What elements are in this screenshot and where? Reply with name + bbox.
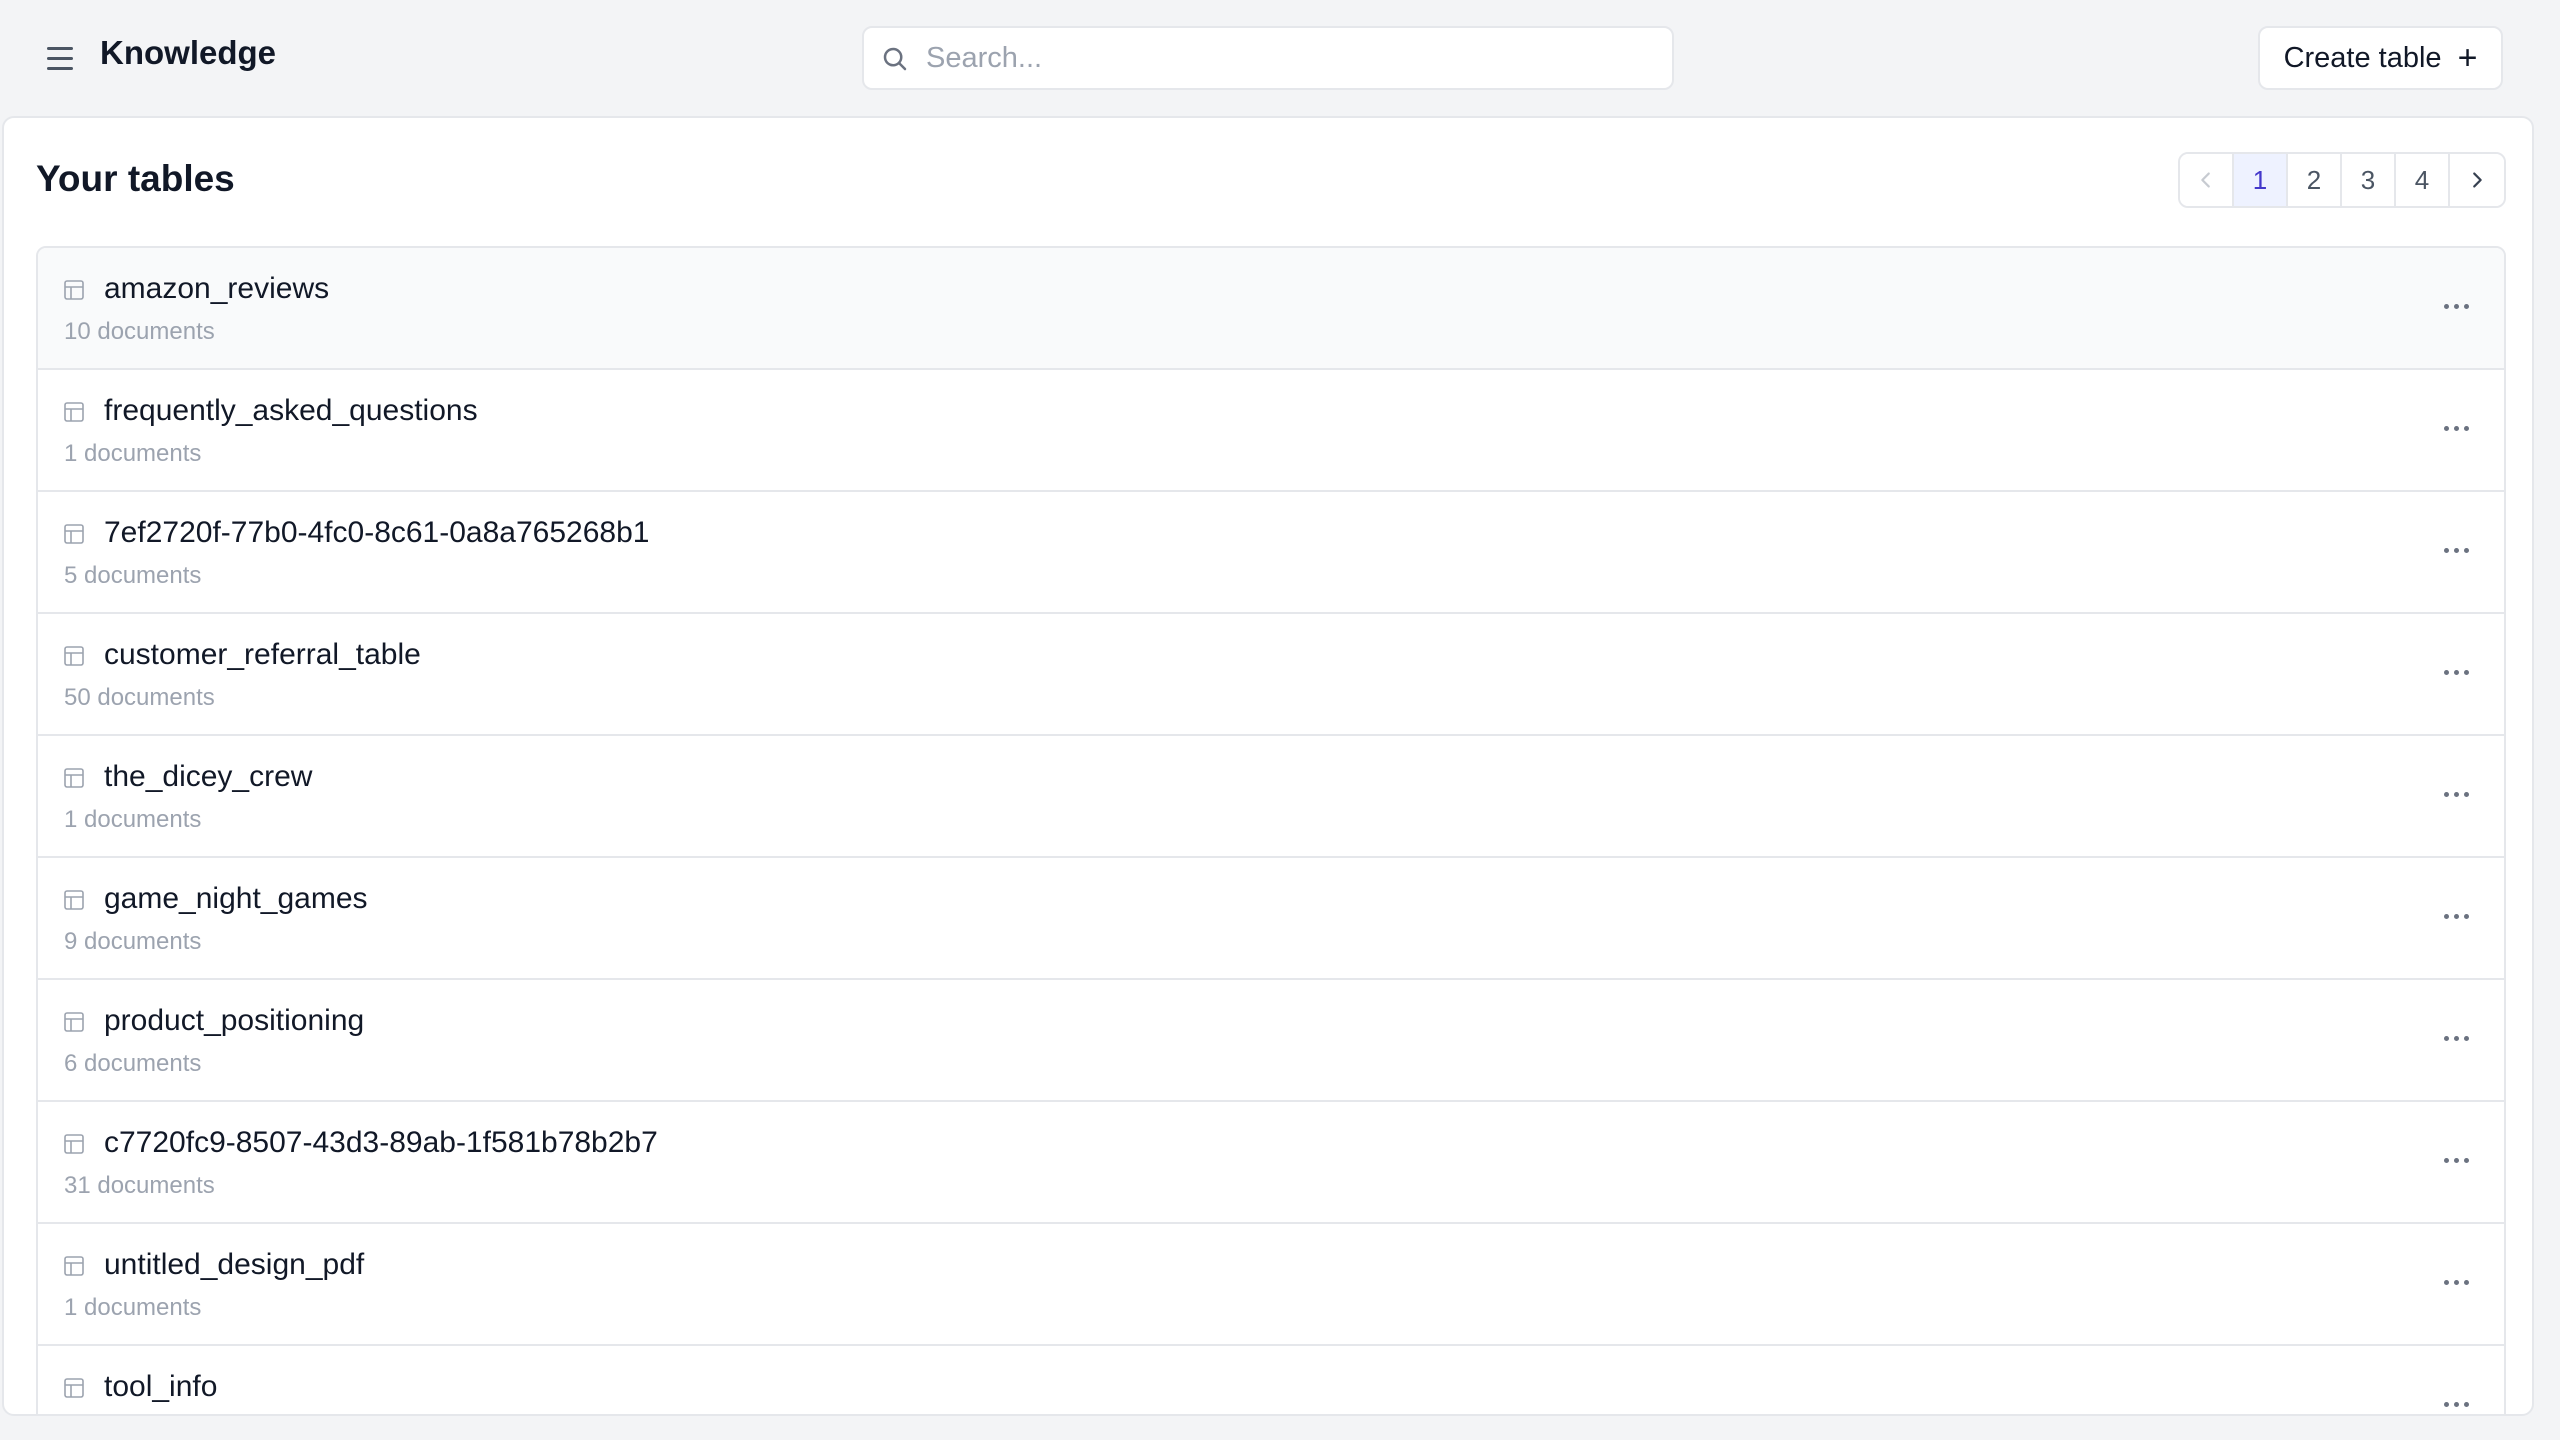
document-count: 6 documents: [64, 1050, 202, 1077]
more-horizontal-icon[interactable]: [2436, 1262, 2476, 1302]
plus-icon: +: [2457, 39, 2478, 77]
document-count: 5 documents: [64, 562, 202, 589]
table-icon: [64, 1256, 84, 1276]
table-name: untitled_design_pdf: [104, 1248, 365, 1281]
create-table-label: Create table: [2283, 41, 2442, 74]
table-icon: [64, 524, 84, 544]
section-title: Your tables: [36, 158, 235, 199]
table-icon: [64, 890, 84, 910]
table-name: c7720fc9-8507-43d3-89ab-1f581b78b2b7: [104, 1126, 658, 1159]
table-icon: [64, 646, 84, 666]
create-table-button[interactable]: Create table +: [2258, 26, 2503, 90]
page-button-4[interactable]: 4: [2396, 154, 2450, 206]
table-row[interactable]: amazon_reviews 10 documents: [38, 248, 2504, 370]
table-row[interactable]: customer_referral_table 50 documents: [38, 614, 2504, 736]
table-name: game_night_games: [104, 882, 368, 915]
table-row[interactable]: 7ef2720f-77b0-4fc0-8c61-0a8a765268b1 5 d…: [38, 492, 2504, 614]
table-icon: [64, 1134, 84, 1154]
table-row[interactable]: game_night_games 9 documents: [38, 858, 2504, 980]
table-icon: [64, 1378, 84, 1398]
more-horizontal-icon[interactable]: [2436, 530, 2476, 570]
document-count: 1 documents: [64, 1294, 202, 1321]
more-horizontal-icon[interactable]: [2436, 1384, 2476, 1414]
page-button-2[interactable]: 2: [2288, 154, 2342, 206]
document-count: 9 documents: [64, 928, 202, 955]
document-count: 10 documents: [64, 318, 215, 345]
document-count: 1 documents: [64, 440, 202, 467]
document-count: 31 documents: [64, 1172, 215, 1199]
more-horizontal-icon[interactable]: [2436, 652, 2476, 692]
table-name: amazon_reviews: [104, 272, 330, 305]
table-icon: [64, 1012, 84, 1032]
pagination: 1 2 3 4: [2178, 152, 2506, 208]
menu-icon[interactable]: [40, 40, 80, 76]
more-horizontal-icon[interactable]: [2436, 1018, 2476, 1058]
search-input[interactable]: [926, 36, 1656, 80]
table-row[interactable]: product_positioning 6 documents: [38, 980, 2504, 1102]
page-button-3[interactable]: 3: [2342, 154, 2396, 206]
prev-page-button[interactable]: [2180, 154, 2234, 206]
more-horizontal-icon[interactable]: [2436, 1140, 2476, 1180]
table-name: tool_info: [104, 1370, 218, 1403]
page-title: Knowledge: [100, 34, 277, 71]
table-icon: [64, 280, 84, 300]
table-name: 7ef2720f-77b0-4fc0-8c61-0a8a765268b1: [104, 516, 650, 549]
table-row[interactable]: tool_info: [38, 1346, 2504, 1414]
document-count: 1 documents: [64, 806, 202, 833]
table-icon: [64, 768, 84, 788]
more-horizontal-icon[interactable]: [2436, 408, 2476, 448]
tables-list: amazon_reviews 10 documents frequently_a…: [36, 246, 2506, 1414]
table-row[interactable]: c7720fc9-8507-43d3-89ab-1f581b78b2b7 31 …: [38, 1102, 2504, 1224]
table-name: frequently_asked_questions: [104, 394, 478, 427]
table-row[interactable]: frequently_asked_questions 1 documents: [38, 370, 2504, 492]
table-name: customer_referral_table: [104, 638, 421, 671]
table-row[interactable]: untitled_design_pdf 1 documents: [38, 1224, 2504, 1346]
table-icon: [64, 402, 84, 422]
table-name: the_dicey_crew: [104, 760, 313, 793]
document-count: 50 documents: [64, 684, 215, 711]
page-button-1[interactable]: 1: [2234, 154, 2288, 206]
search-icon: [883, 47, 907, 71]
search-box[interactable]: [862, 26, 1674, 90]
more-horizontal-icon[interactable]: [2436, 286, 2476, 326]
more-horizontal-icon[interactable]: [2436, 774, 2476, 814]
more-horizontal-icon[interactable]: [2436, 896, 2476, 936]
tables-panel: Your tables 1 2 3 4 amazon_reviews 10 do…: [2, 116, 2534, 1416]
top-bar: Knowledge Create table +: [0, 0, 2560, 116]
table-row[interactable]: the_dicey_crew 1 documents: [38, 736, 2504, 858]
next-page-button[interactable]: [2450, 154, 2504, 206]
chevron-left-icon: [2201, 172, 2210, 188]
chevron-right-icon: [2473, 172, 2482, 188]
table-name: product_positioning: [104, 1004, 365, 1037]
